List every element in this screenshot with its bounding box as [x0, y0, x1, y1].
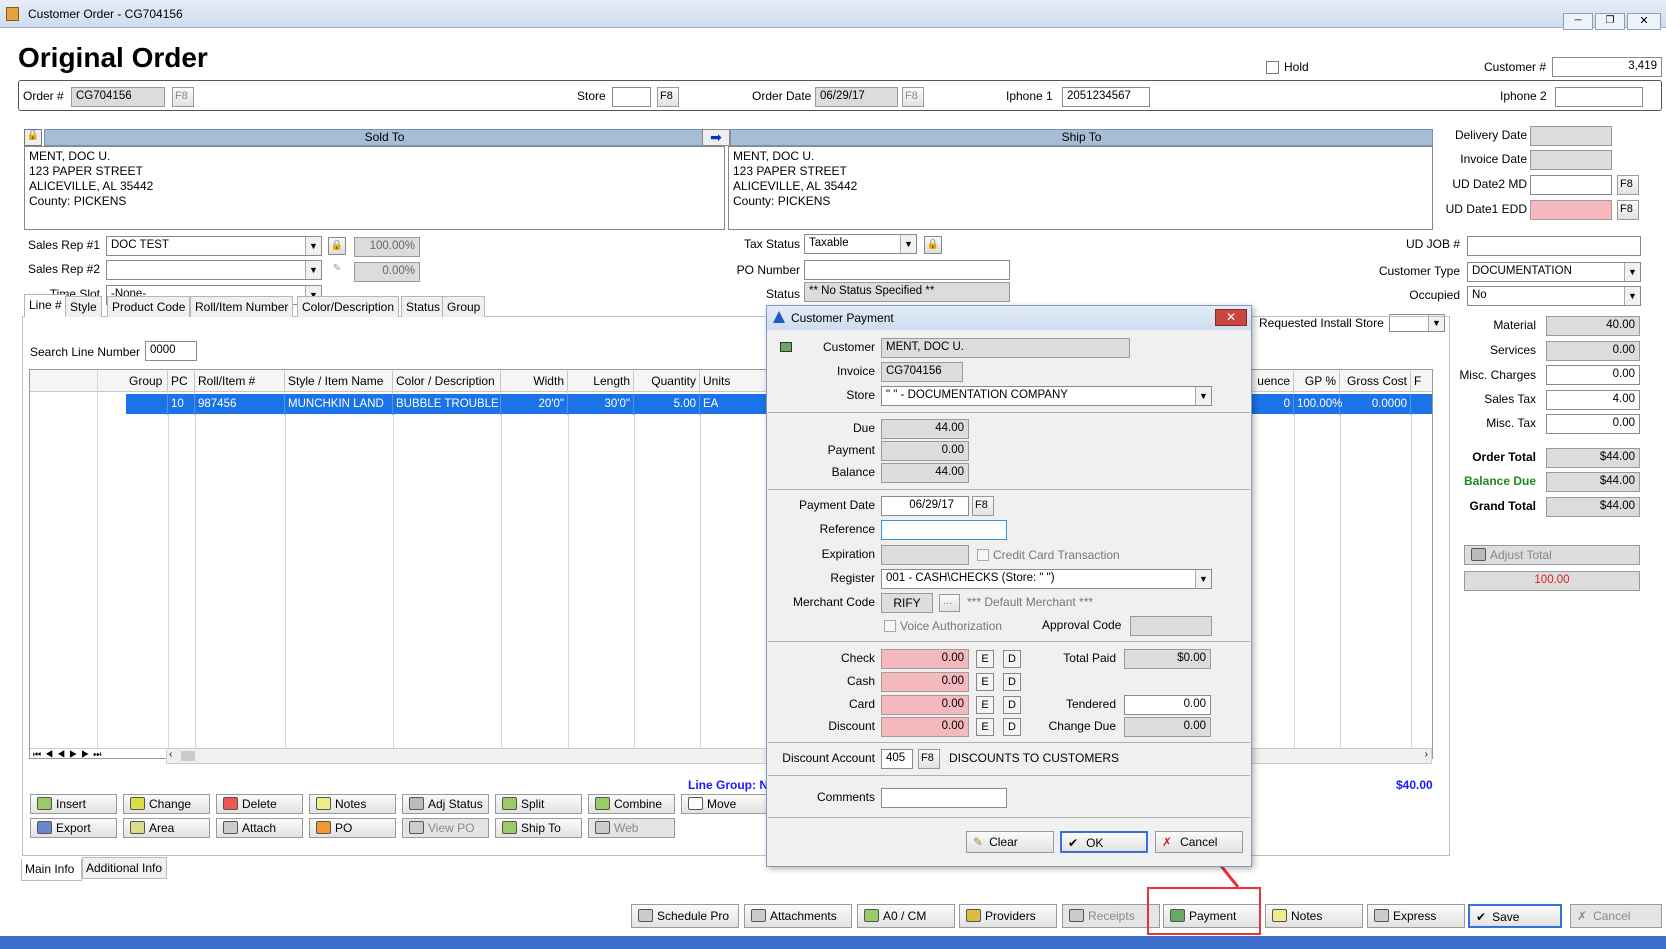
card-e-button[interactable]: E [976, 696, 994, 714]
total-paid-field: $0.00 [1124, 649, 1211, 669]
dialog-close-button[interactable]: ✕ [1215, 309, 1247, 326]
dlg-expiration-field [881, 545, 969, 565]
dlg-clear-button[interactable]: ✎ Clear [966, 831, 1054, 853]
voice-auth-label: Voice Authorization [900, 619, 1003, 633]
default-merchant-label: *** Default Merchant *** [967, 595, 1094, 609]
dlg-expiration-label: Expiration [821, 547, 875, 561]
dlg-store-value: " " - DOCUMENTATION COMPANY [886, 389, 1068, 401]
approval-code-field [1130, 616, 1212, 636]
dlg-payment-date-f8-button[interactable]: F8 [972, 496, 994, 516]
divider [768, 641, 1250, 642]
comments-field[interactable] [881, 788, 1007, 808]
cash-d-button[interactable]: D [1003, 673, 1021, 691]
chevron-down-icon: ▼ [1195, 387, 1211, 405]
dlg-register-value: 001 - CASH\CHECKS (Store: " ") [886, 572, 1055, 584]
dlg-customer-label: Customer [822, 340, 875, 354]
dlg-discount-label: Discount [828, 719, 875, 733]
voice-auth-checkbox[interactable] [884, 620, 896, 632]
dlg-reference-label: Reference [819, 522, 875, 536]
discount-account-f8-button[interactable]: F8 [918, 749, 940, 769]
chevron-down-icon: ▼ [1195, 570, 1211, 588]
tendered-label: Tendered [1065, 697, 1116, 711]
dlg-due-field: 44.00 [881, 419, 969, 439]
cash-e-button[interactable]: E [976, 673, 994, 691]
dialog-app-icon [773, 311, 785, 323]
dlg-payment-date-field[interactable]: 06/29/17 [881, 496, 969, 516]
merchant-browse-button[interactable]: ... [939, 594, 960, 612]
dlg-register-select[interactable]: 001 - CASH\CHECKS (Store: " ") ▼ [881, 569, 1212, 589]
discount-d-button[interactable]: D [1003, 718, 1021, 736]
total-paid-label: Total Paid [1063, 651, 1116, 665]
change-due-field: 0.00 [1124, 717, 1211, 737]
divider [768, 412, 1250, 413]
dlg-cash-label: Cash [846, 674, 875, 688]
dlg-invoice-field: CG704156 [881, 362, 963, 382]
dialog-title: Customer Payment [791, 311, 894, 325]
x-icon: ✗ [1162, 835, 1173, 849]
credit-card-checkbox[interactable] [977, 549, 989, 561]
dlg-cancel-button[interactable]: ✗ Cancel [1155, 831, 1243, 853]
checkmark-icon: ✔ [1068, 836, 1079, 850]
eraser-icon: ✎ [973, 835, 984, 849]
dlg-payment-label: Payment [827, 443, 875, 457]
dlg-cancel-label: Cancel [1180, 835, 1218, 849]
dlg-check-field[interactable]: 0.00 [881, 649, 969, 669]
dlg-reference-field[interactable] [881, 520, 1007, 540]
approval-code-label: Approval Code [1042, 618, 1122, 632]
dlg-register-label: Register [830, 571, 875, 585]
dlg-cash-field[interactable]: 0.00 [881, 672, 969, 692]
dlg-customer-field: MENT, DOC U. [881, 338, 1130, 358]
discount-account-label: Discount Account [782, 751, 875, 765]
check-d-button[interactable]: D [1003, 650, 1021, 668]
discount-account-desc: DISCOUNTS TO CUSTOMERS [949, 751, 1120, 765]
card-d-button[interactable]: D [1003, 696, 1021, 714]
dlg-store-label: Store [846, 388, 875, 402]
dlg-check-label: Check [840, 651, 875, 665]
dialog-title-bar: Customer Payment ✕ [767, 306, 1251, 330]
credit-card-label: Credit Card Transaction [993, 548, 1120, 562]
comments-label: Comments [816, 790, 875, 804]
divider [768, 775, 1250, 776]
divider [768, 817, 1250, 818]
dlg-balance-label: Balance [831, 465, 875, 479]
dlg-ok-label: OK [1086, 836, 1104, 850]
dlg-payment-date-label: Payment Date [798, 498, 875, 512]
dlg-card-field[interactable]: 0.00 [881, 695, 969, 715]
dlg-discount-field[interactable]: 0.00 [881, 717, 969, 737]
dlg-due-label: Due [852, 421, 875, 435]
check-e-button[interactable]: E [976, 650, 994, 668]
divider [768, 489, 1250, 490]
dlg-store-select[interactable]: " " - DOCUMENTATION COMPANY ▼ [881, 386, 1212, 406]
discount-account-field[interactable]: 405 [881, 749, 913, 769]
merchant-code-button[interactable]: RIFY [881, 593, 933, 613]
dlg-clear-label: Clear [989, 835, 1018, 849]
dlg-card-label: Card [848, 697, 875, 711]
divider [768, 742, 1250, 743]
dlg-balance-field: 44.00 [881, 463, 969, 483]
discount-e-button[interactable]: E [976, 718, 994, 736]
dlg-ok-button[interactable]: ✔ OK [1060, 831, 1148, 853]
tendered-field[interactable]: 0.00 [1124, 695, 1211, 715]
dlg-merchant-label: Merchant Code [792, 595, 875, 609]
dlg-payment-field: 0.00 [881, 441, 969, 461]
change-due-label: Change Due [1048, 719, 1116, 733]
dlg-invoice-label: Invoice [836, 364, 875, 378]
